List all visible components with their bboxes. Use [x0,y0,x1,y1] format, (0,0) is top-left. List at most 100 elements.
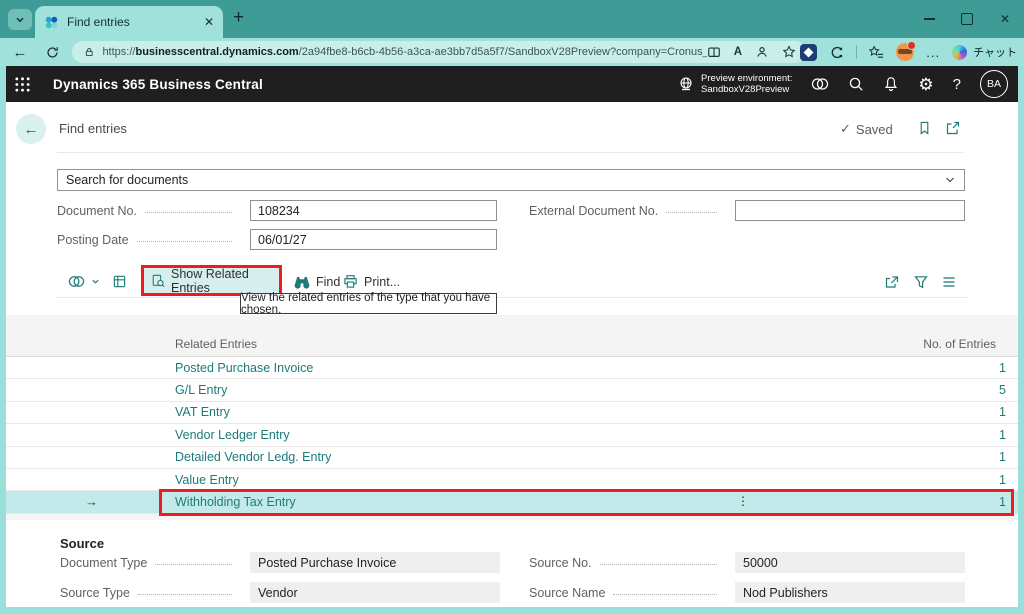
notifications-bell-icon[interactable] [883,76,899,92]
print-button[interactable]: Print... [343,274,400,289]
related-entry-link[interactable]: G/L Entry [6,383,227,397]
copilot-chat-button[interactable]: チャット [952,44,1017,60]
find-button[interactable]: Find [294,274,340,289]
list-options-button[interactable] [941,274,957,290]
table-row[interactable]: G/L Entry 5 [6,379,1018,401]
search-for-documents-combobox[interactable]: Search for documents [57,169,965,191]
browser-profile-avatar[interactable] [896,43,914,61]
favorites-bar-icon[interactable] [869,45,884,60]
filter-funnel-icon [913,274,929,290]
entry-count-link[interactable]: 1 [999,495,1018,509]
related-entry-link[interactable]: Value Entry [6,473,239,487]
row-more-options-icon[interactable]: ⋮ [737,494,749,508]
search-icon[interactable] [848,76,864,92]
app-header-actions: Preview environment: SandboxV28Preview ⚙… [678,70,1008,98]
environment-badge[interactable]: Preview environment: SandboxV28Preview [678,73,792,96]
user-avatar[interactable]: BA [980,70,1008,98]
copilot-icon [952,45,967,60]
chevron-down-icon [15,15,25,25]
read-aloud-icon[interactable]: A [734,46,742,58]
settings-gear-icon[interactable]: ⚙ [918,76,933,93]
copilot-icon[interactable] [811,75,829,93]
related-entry-link[interactable]: Withholding Tax Entry [6,495,296,509]
bookmark-button[interactable] [917,120,932,136]
environment-globe-icon [678,76,694,92]
divider [856,45,857,59]
browser-refresh-button[interactable] [40,38,64,66]
document-type-value[interactable]: Posted Purchase Invoice [250,552,500,573]
window-controls: ✕ [910,0,1024,38]
share-button[interactable] [884,274,900,290]
browser-menu-button[interactable]: ... [926,45,940,60]
related-entries-table: Related Entries No. of Entries Posted Pu… [6,315,1018,520]
profile-preferences-icon[interactable] [755,45,769,59]
entry-count-link[interactable]: 1 [999,450,1018,464]
app-title[interactable]: Dynamics 365 Business Central [53,77,263,92]
analyze-button[interactable] [112,274,127,289]
notification-dot [907,41,916,50]
app-launcher-icon[interactable] [14,76,31,93]
tab-search-dropdown-button[interactable] [8,9,32,30]
entry-count-link[interactable]: 1 [999,473,1018,487]
table-row[interactable]: VAT Entry 1 [6,402,1018,424]
source-name-value[interactable]: Nod Publishers [735,582,965,603]
extension-shield-icon[interactable] [800,44,817,61]
help-icon[interactable]: ? [953,76,961,93]
window-minimize-button[interactable] [910,0,948,38]
related-entry-link[interactable]: Detailed Vendor Ledg. Entry [6,450,331,464]
app-header: Dynamics 365 Business Central Preview en… [6,66,1018,102]
table-row-selected[interactable]: → Withholding Tax Entry ⋮ 1 [6,491,1018,513]
url-field[interactable]: https://businesscentral.dynamics.com/2a9… [72,41,806,63]
open-in-new-window-button[interactable] [945,120,961,136]
copilot-menu-button[interactable] [68,273,100,290]
save-status: ✓ Saved [840,121,893,137]
check-icon: ✓ [840,121,851,137]
window-maximize-button[interactable] [948,0,986,38]
entry-count-link[interactable]: 1 [999,361,1018,375]
url-scheme: https:// [102,46,135,58]
tab-close-button[interactable]: ✕ [204,16,214,28]
table-row[interactable]: Value Entry 1 [6,469,1018,491]
posting-date-label: Posting Date [57,229,242,250]
dynamics-favicon [44,15,59,30]
filter-button[interactable] [913,274,929,290]
table-row[interactable]: Vendor Ledger Entry 1 [6,424,1018,446]
related-entry-link[interactable]: Posted Purchase Invoice [6,361,313,375]
entry-count-link[interactable]: 1 [999,428,1018,442]
external-document-no-input[interactable] [735,200,965,221]
window-close-button[interactable]: ✕ [986,0,1024,38]
posting-date-input[interactable] [250,229,497,250]
url-text: https://businesscentral.dynamics.com/2a9… [102,46,706,58]
page-back-button[interactable]: ← [16,114,46,144]
browser-back-button[interactable]: ← [8,38,32,66]
window-frame-bottom [0,607,1024,614]
table-row[interactable]: Detailed Vendor Ledg. Entry 1 [6,447,1018,469]
column-no-of-entries[interactable]: No. of Entries [923,337,1018,351]
related-entry-link[interactable]: Vendor Ledger Entry [6,428,290,442]
secure-lock-icon [84,46,94,58]
source-no-value[interactable]: 50000 [735,552,965,573]
favorite-star-icon[interactable] [782,45,796,59]
divider [57,152,964,153]
browser-address-bar: ← https://businesscentral.dynamics.com/2… [0,38,1024,66]
browser-extension-icon[interactable] [829,45,844,60]
split-screen-icon[interactable] [707,45,721,59]
document-no-input[interactable] [250,200,497,221]
dotted-leader [137,241,232,242]
label-text: Source Name [529,586,605,600]
new-tab-button[interactable]: + [233,7,244,29]
table-row[interactable]: Posted Purchase Invoice 1 [6,357,1018,379]
minimize-icon [924,18,935,19]
find-label: Find [316,275,340,289]
entry-count-link[interactable]: 5 [999,383,1018,397]
related-entry-link[interactable]: VAT Entry [6,405,230,419]
environment-line2: SandboxV28Preview [701,84,789,95]
dotted-leader [666,212,717,213]
column-related-entries[interactable]: Related Entries [6,337,257,351]
document-type-label: Document Type [60,552,242,573]
browser-tab[interactable]: Find entries ✕ [35,6,223,38]
divider [57,297,967,298]
entry-count-link[interactable]: 1 [999,405,1018,419]
source-type-value[interactable]: Vendor [250,582,500,603]
maximize-icon [961,13,973,25]
